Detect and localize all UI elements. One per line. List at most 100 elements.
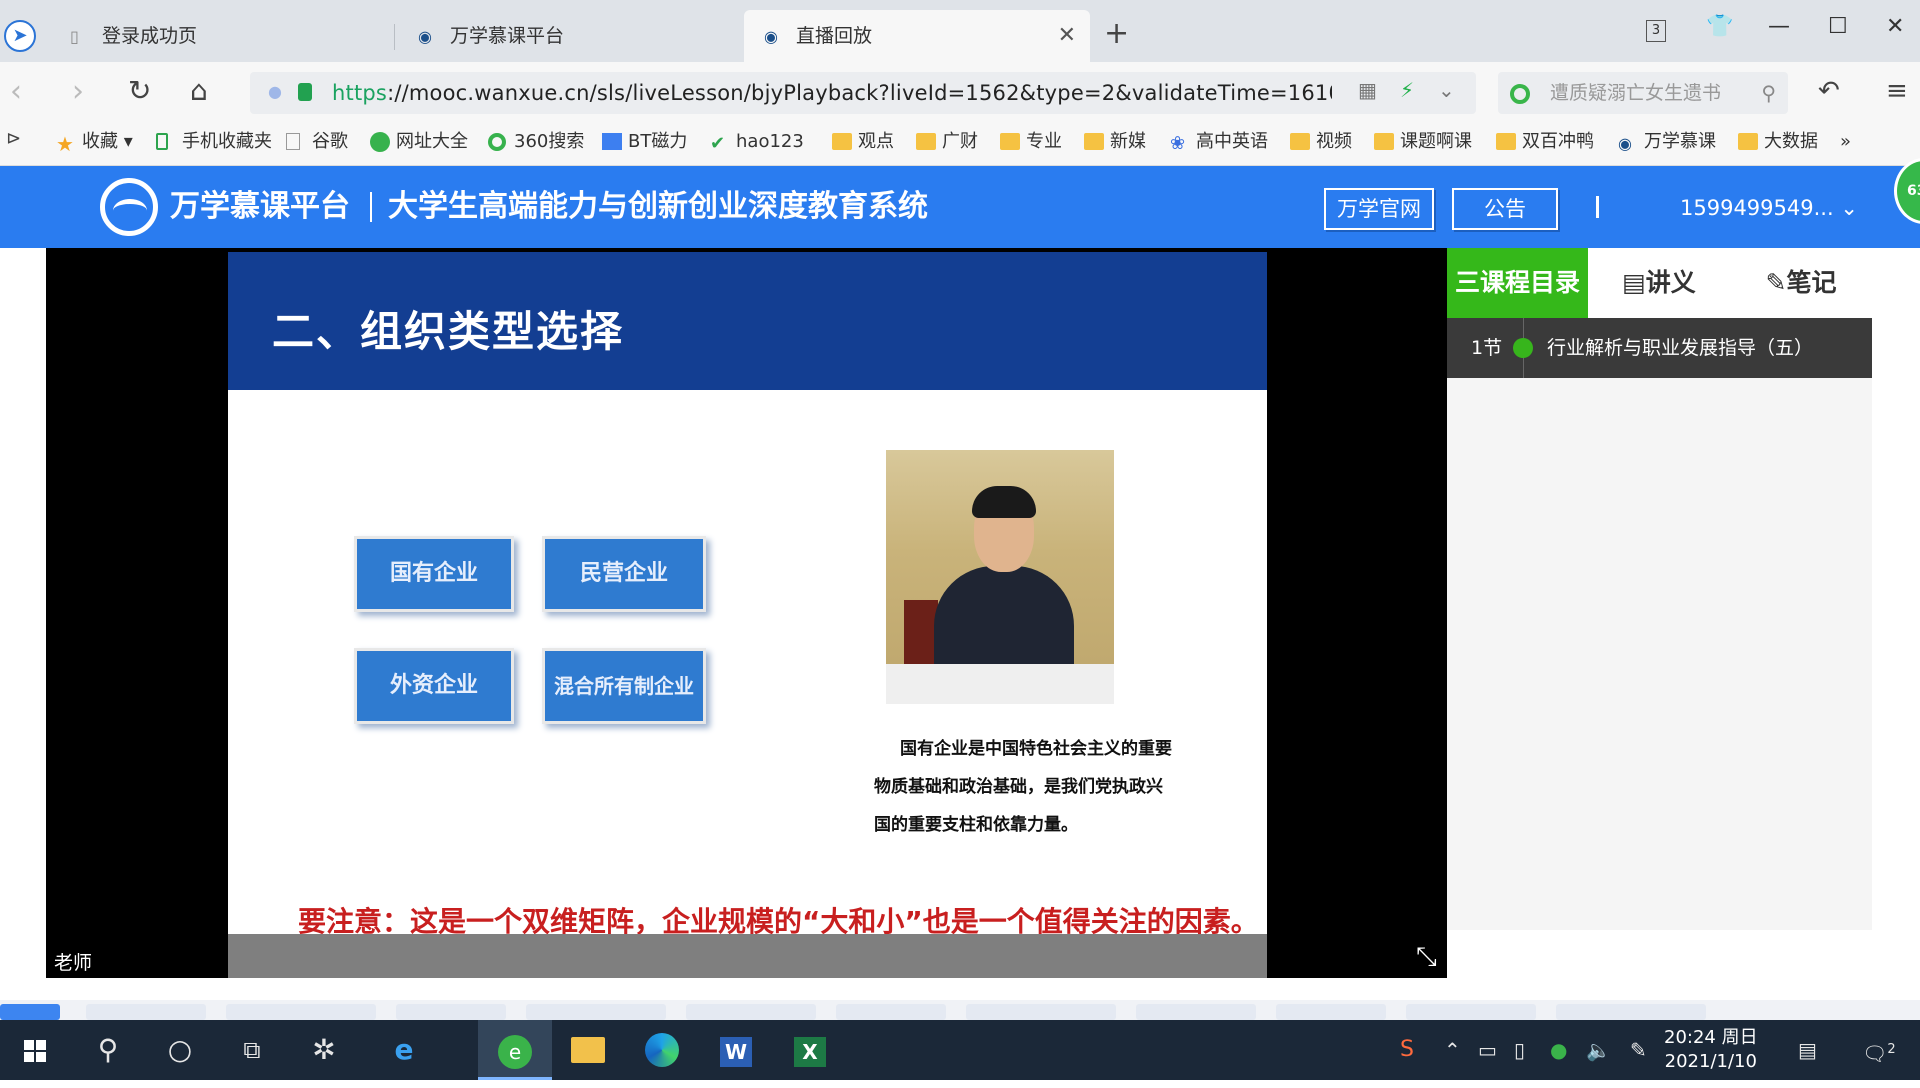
bookmarks-more-button[interactable]: » [1840, 124, 1851, 160]
search-engine-logo-icon [1510, 84, 1530, 104]
page-icon: ▯ [70, 27, 79, 46]
speed-mode-icon[interactable]: ⚡ [1400, 78, 1414, 102]
tab-live-playback[interactable]: ◉ 直播回放 ✕ [744, 10, 1090, 62]
official-site-button[interactable]: 万学官网 [1324, 188, 1434, 230]
bookmark-folder-opinion[interactable]: 观点 [832, 124, 894, 160]
volume-icon[interactable]: 🔈 [1586, 1020, 1611, 1080]
tab-course-catalog[interactable]: 三课程目录 [1447, 248, 1588, 318]
speaker-label: 老师 [54, 952, 93, 974]
menu-icon[interactable]: ≡ [1886, 76, 1908, 106]
bookmark-360-search[interactable]: 360搜索 [488, 124, 584, 160]
exit-fullscreen-icon[interactable]: ⤡ [1416, 942, 1437, 973]
word-icon[interactable]: W [700, 1020, 772, 1080]
header-divider [1596, 196, 1599, 218]
address-bar[interactable]: ● https://mooc.wanxue.cn/sls/liveLesson/… [250, 72, 1476, 114]
browser-logo-icon[interactable]: ➤ [4, 20, 36, 52]
bookmark-highschool-english[interactable]: ❀ 高中英语 [1170, 124, 1268, 160]
edit-icon: ✎ [1765, 268, 1787, 297]
skin-icon[interactable]: 👕 [1706, 14, 1733, 39]
bookmark-folder-bigdata[interactable]: 大数据 [1738, 124, 1818, 160]
tab-count-icon[interactable]: 3 [1646, 20, 1666, 42]
bookmark-mobile[interactable]: 手机收藏夹 [156, 124, 272, 160]
minimize-icon[interactable]: — [1768, 14, 1790, 39]
browser-tab-strip: ➤ ▯ 登录成功页 ◉ 万学慕课平台 ◉ 直播回放 ✕ + 3 👕 — ☐ ✕ [0, 0, 1920, 62]
sogou-input-icon[interactable]: S [1400, 1020, 1414, 1080]
notification-count: 2 [1887, 1042, 1896, 1057]
bookmark-folder-newmedia[interactable]: 新媒 [1084, 124, 1146, 160]
chevron-down-icon: ⌄ [1840, 196, 1858, 220]
slide-header: 二、组织类型选择 [228, 252, 1267, 390]
edge-browser-icon[interactable] [626, 1020, 698, 1080]
video-player[interactable]: 二、组织类型选择 国有企业 民营企业 外资企业 混合所有制企业 国有企业是中国特… [46, 248, 1447, 978]
url-text[interactable]: https://mooc.wanxue.cn/sls/liveLesson/bj… [332, 72, 1332, 114]
forward-icon[interactable]: › [72, 74, 84, 109]
notice-button[interactable]: 公告 [1452, 188, 1558, 230]
bookmark-folder-video[interactable]: 视频 [1290, 124, 1352, 160]
back-icon[interactable]: ‹ [10, 74, 22, 109]
bookmark-hao123[interactable]: ✔ hao123 [710, 124, 804, 160]
site-icon: ◉ [1618, 134, 1632, 153]
system-clock[interactable]: 20:24 周日 2021/1/10 [1664, 1026, 1758, 1074]
org-type-mixed: 混合所有制企业 [542, 648, 706, 724]
search-icon[interactable]: ⚲ [1761, 72, 1776, 114]
notes-icon[interactable]: ▤ [1798, 1020, 1817, 1080]
bookmark-folder-topics[interactable]: 课题啊课 [1374, 124, 1472, 160]
tab-title: 万学慕课平台 [450, 25, 565, 47]
wanxue-logo-icon[interactable] [100, 178, 158, 236]
home-icon[interactable]: ⌂ [190, 74, 208, 107]
tab-handout[interactable]: ▤讲义 [1588, 248, 1730, 318]
bookmark-folder-major[interactable]: 专业 [1000, 124, 1062, 160]
search-box[interactable]: 遭质疑溺亡女生遗书 ⚲ [1498, 72, 1788, 114]
start-button[interactable] [0, 1020, 72, 1080]
slide-title: 二、组织类型选择 [272, 307, 625, 356]
search-icon[interactable]: ⚲ [72, 1020, 144, 1080]
security-shield-icon: ● [268, 82, 282, 101]
clock-date: 2021/1/10 [1664, 1051, 1757, 1072]
undo-icon[interactable]: ↶ [1818, 76, 1840, 106]
sidebar-toggle-icon[interactable]: ⊳ [6, 128, 21, 149]
bookmark-favorites[interactable]: ★ 收藏 ▾ [56, 124, 133, 160]
phone-icon [156, 133, 168, 150]
user-menu[interactable]: 1599499549... ⌄ [1680, 190, 1858, 226]
url-dropdown-icon[interactable]: ⌄ [1438, 78, 1455, 102]
bookmark-folder-guangcai[interactable]: 广财 [916, 124, 978, 160]
360-safe-tray-icon[interactable]: ● [1550, 1020, 1567, 1080]
task-view-icon[interactable]: ⧉ [216, 1020, 288, 1080]
catalog-list-area [1447, 378, 1872, 978]
reload-icon[interactable]: ↻ [128, 74, 151, 107]
ie-browser-icon[interactable]: e [368, 1020, 440, 1080]
360-browser-taskbar-icon[interactable]: e [478, 1020, 552, 1080]
pinwheel-app-icon[interactable]: ✲ [288, 1020, 360, 1080]
folder-icon [1374, 133, 1394, 150]
folder-icon [1738, 133, 1758, 150]
bookmark-google[interactable]: 谷歌 [286, 124, 348, 160]
tab-wanxue-platform[interactable]: ◉ 万学慕课平台 [398, 10, 738, 62]
new-tab-button[interactable]: + [1104, 16, 1129, 51]
folder-icon [832, 133, 852, 150]
photo-caption: 国有企业是中国特色社会主义的重要物质基础和政治基础，是我们党执政兴国的重要支柱和… [874, 739, 1172, 835]
maximize-icon[interactable]: ☐ [1828, 14, 1848, 39]
bookmark-url-directory[interactable]: 网址大全 [370, 124, 468, 160]
pen-icon[interactable]: ✎ [1630, 1020, 1647, 1080]
device-icon[interactable]: ▭ [1478, 1020, 1497, 1080]
close-tab-icon[interactable]: ✕ [1058, 10, 1076, 62]
folder-icon [1496, 133, 1516, 150]
cortana-icon[interactable]: ○ [144, 1020, 216, 1080]
lesson-item[interactable]: 1节 行业解析与职业发展指导（五） [1447, 318, 1872, 378]
bookmark-folder-double-hundred[interactable]: 双百冲鸭 [1496, 124, 1594, 160]
show-hidden-icons-chevron-icon[interactable]: ⌃ [1444, 1020, 1461, 1080]
excel-icon[interactable]: X [774, 1020, 846, 1080]
close-window-icon[interactable]: ✕ [1886, 14, 1904, 39]
tab-notes[interactable]: ✎笔记 [1730, 248, 1872, 318]
battery-icon[interactable]: ▯ [1514, 1020, 1525, 1080]
file-explorer-icon[interactable] [552, 1020, 624, 1080]
qr-code-icon[interactable]: ▦ [1358, 78, 1377, 102]
tab-login-success[interactable]: ▯ 登录成功页 [50, 10, 390, 62]
current-lesson-indicator [1513, 338, 1533, 358]
star-icon: ★ [56, 132, 74, 156]
folder-icon [916, 133, 936, 150]
action-center-icon[interactable]: 🗨2 [1862, 1020, 1896, 1084]
bookmark-wanxue[interactable]: ◉ 万学慕课 [1618, 124, 1716, 160]
bookmark-bt[interactable]: BT磁力 [602, 124, 687, 160]
folder-icon [1000, 133, 1020, 150]
